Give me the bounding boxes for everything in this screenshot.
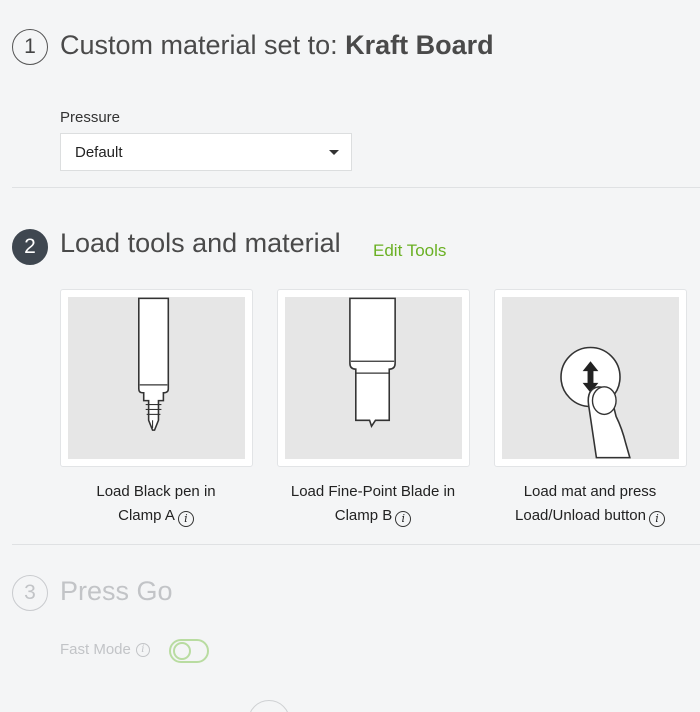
section-divider <box>12 544 700 545</box>
info-icon[interactable]: i <box>135 642 150 657</box>
pressure-label: Pressure <box>60 109 121 126</box>
step-1-title-prefix: Custom material set to: <box>60 30 346 60</box>
load-unload-button-icon <box>560 346 631 459</box>
step-1-number: 1 <box>24 35 36 58</box>
pen-icon <box>138 297 170 431</box>
load-button-illustration <box>502 297 679 459</box>
blade-illustration <box>285 297 462 459</box>
caption-line: Load Black pen in <box>96 483 216 500</box>
go-button-partial[interactable] <box>248 700 290 712</box>
caption-line-with-info: Clamp Bi <box>258 504 488 528</box>
info-icon[interactable]: i <box>177 511 194 527</box>
step-2-title: Load tools and material <box>60 228 341 258</box>
pressure-dropdown-value: Default <box>75 143 123 161</box>
info-icon[interactable]: i <box>648 511 665 527</box>
step-1-indicator: 1 <box>12 29 48 65</box>
material-name: Kraft Board <box>345 30 494 60</box>
card-caption-load-mat: Load mat and press Load/Unload button i <box>475 480 700 528</box>
fast-mode-toggle[interactable] <box>169 639 209 663</box>
step-3-number: 3 <box>24 581 36 604</box>
caption-line-with-info: Load/Unload button i <box>475 504 700 528</box>
fast-mode-label: Fast Mode <box>60 641 131 658</box>
caption-clamp: Clamp A <box>118 507 175 524</box>
toggle-knob <box>173 642 191 660</box>
info-icon[interactable]: i <box>395 511 412 527</box>
step-2-indicator: 2 <box>12 229 48 265</box>
section-divider <box>12 187 700 188</box>
step-3-title: Press Go <box>60 576 173 606</box>
blade-icon <box>349 297 396 428</box>
pressure-dropdown[interactable]: Default <box>60 133 352 171</box>
step-1-title: Custom material set to: Kraft Board <box>60 30 494 61</box>
tool-card-blade <box>277 289 470 467</box>
chevron-down-icon <box>329 150 339 155</box>
pen-illustration <box>68 297 245 459</box>
caption-line-with-info: Clamp Ai <box>41 504 271 528</box>
caption-line: Load mat and press <box>523 483 657 500</box>
step-3-indicator: 3 <box>12 575 48 611</box>
tool-card-load-mat <box>494 289 687 467</box>
caption-button: Load/Unload button <box>515 507 646 524</box>
card-caption-pen: Load Black pen in Clamp Ai <box>41 480 271 528</box>
caption-line: Load Fine-Point Blade in <box>290 483 456 500</box>
card-caption-blade: Load Fine-Point Blade in Clamp Bi <box>258 480 488 528</box>
step-2-number: 2 <box>24 235 36 258</box>
caption-clamp: Clamp B <box>334 507 393 524</box>
edit-tools-link[interactable]: Edit Tools <box>373 241 446 261</box>
fast-mode-label-group: Fast Mode i <box>60 641 150 658</box>
tool-card-pen <box>60 289 253 467</box>
